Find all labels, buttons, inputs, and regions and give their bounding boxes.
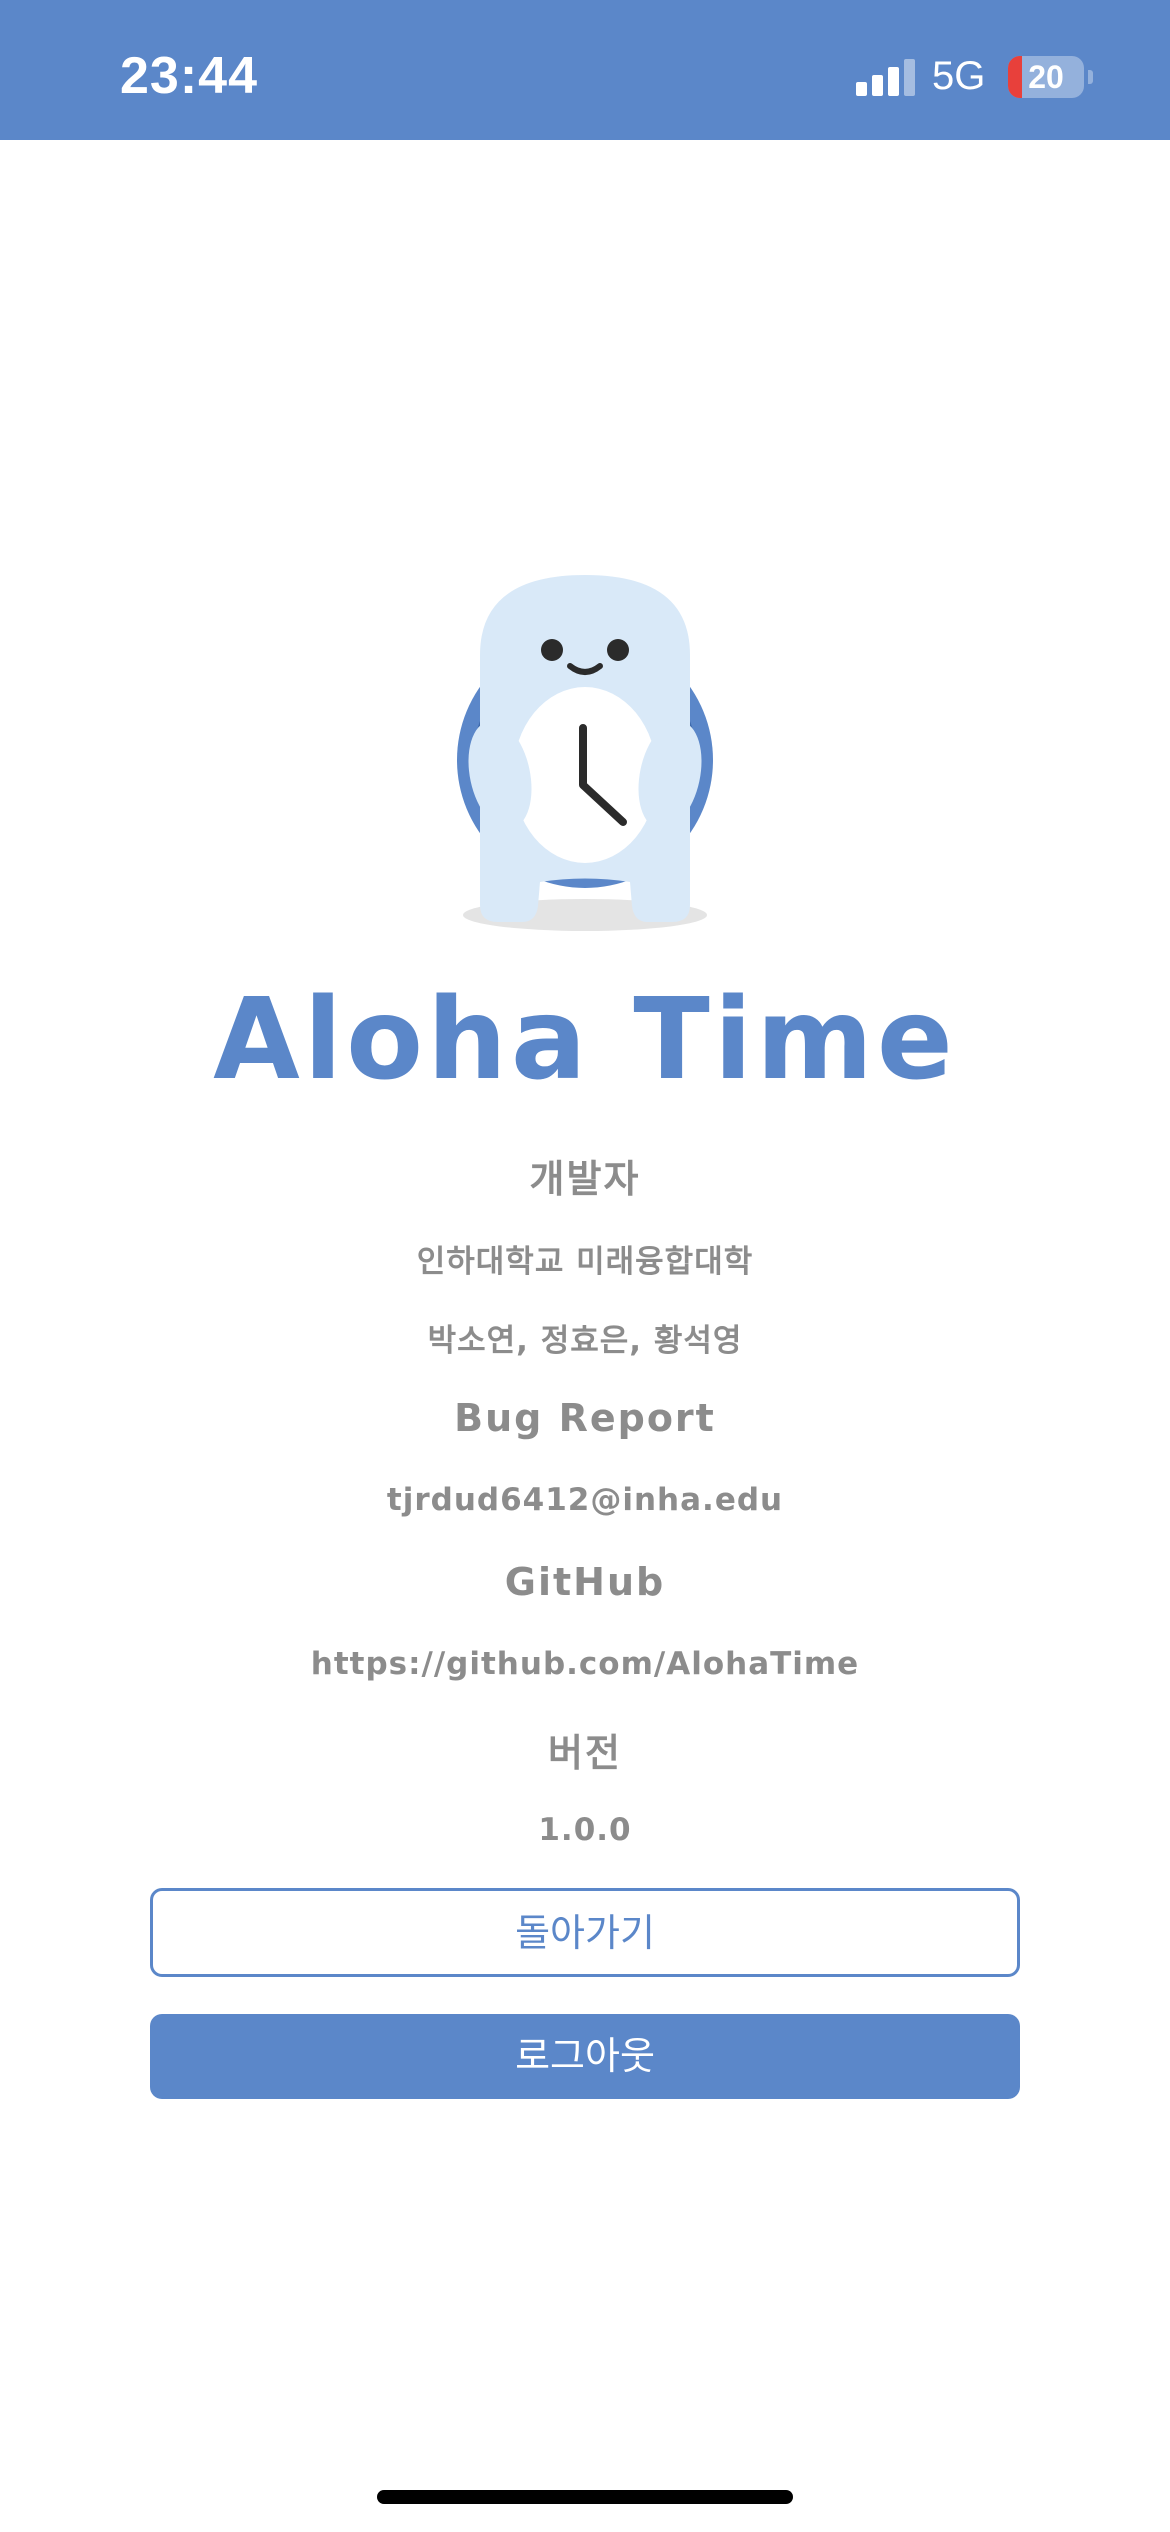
- bug-report-email: tjrdud6412@inha.edu: [386, 1482, 784, 1518]
- back-button[interactable]: 돌아가기: [150, 1888, 1020, 1977]
- battery-level: 20: [1028, 59, 1064, 95]
- status-bar: 23:44 5G 20: [0, 0, 1170, 140]
- version-value: 1.0.0: [538, 1812, 632, 1848]
- school-name: 인하대학교 미래융합대학: [416, 1244, 754, 1280]
- github-link[interactable]: https://github.com/AlohaTime: [0, 1646, 1170, 1682]
- status-time: 23:44: [120, 47, 258, 105]
- aloha-clock-mascot-icon: [457, 575, 713, 931]
- logout-button[interactable]: 로그아웃: [150, 2014, 1020, 2099]
- github-heading: GitHub: [504, 1560, 666, 1604]
- battery-icon: 20: [1008, 56, 1084, 98]
- network-type: 5G: [932, 54, 986, 98]
- battery-cap: [1088, 70, 1093, 84]
- bug-report-heading: Bug Report: [454, 1396, 716, 1440]
- developer-names: 박소연, 정효은, 황석영: [427, 1323, 743, 1359]
- developer-heading: 개발자: [529, 1157, 641, 1201]
- version-heading: 버전: [548, 1731, 622, 1775]
- home-indicator[interactable]: [377, 2490, 793, 2504]
- cellular-signal-icon: [856, 58, 916, 96]
- app-title: Aloha Time: [213, 975, 957, 1105]
